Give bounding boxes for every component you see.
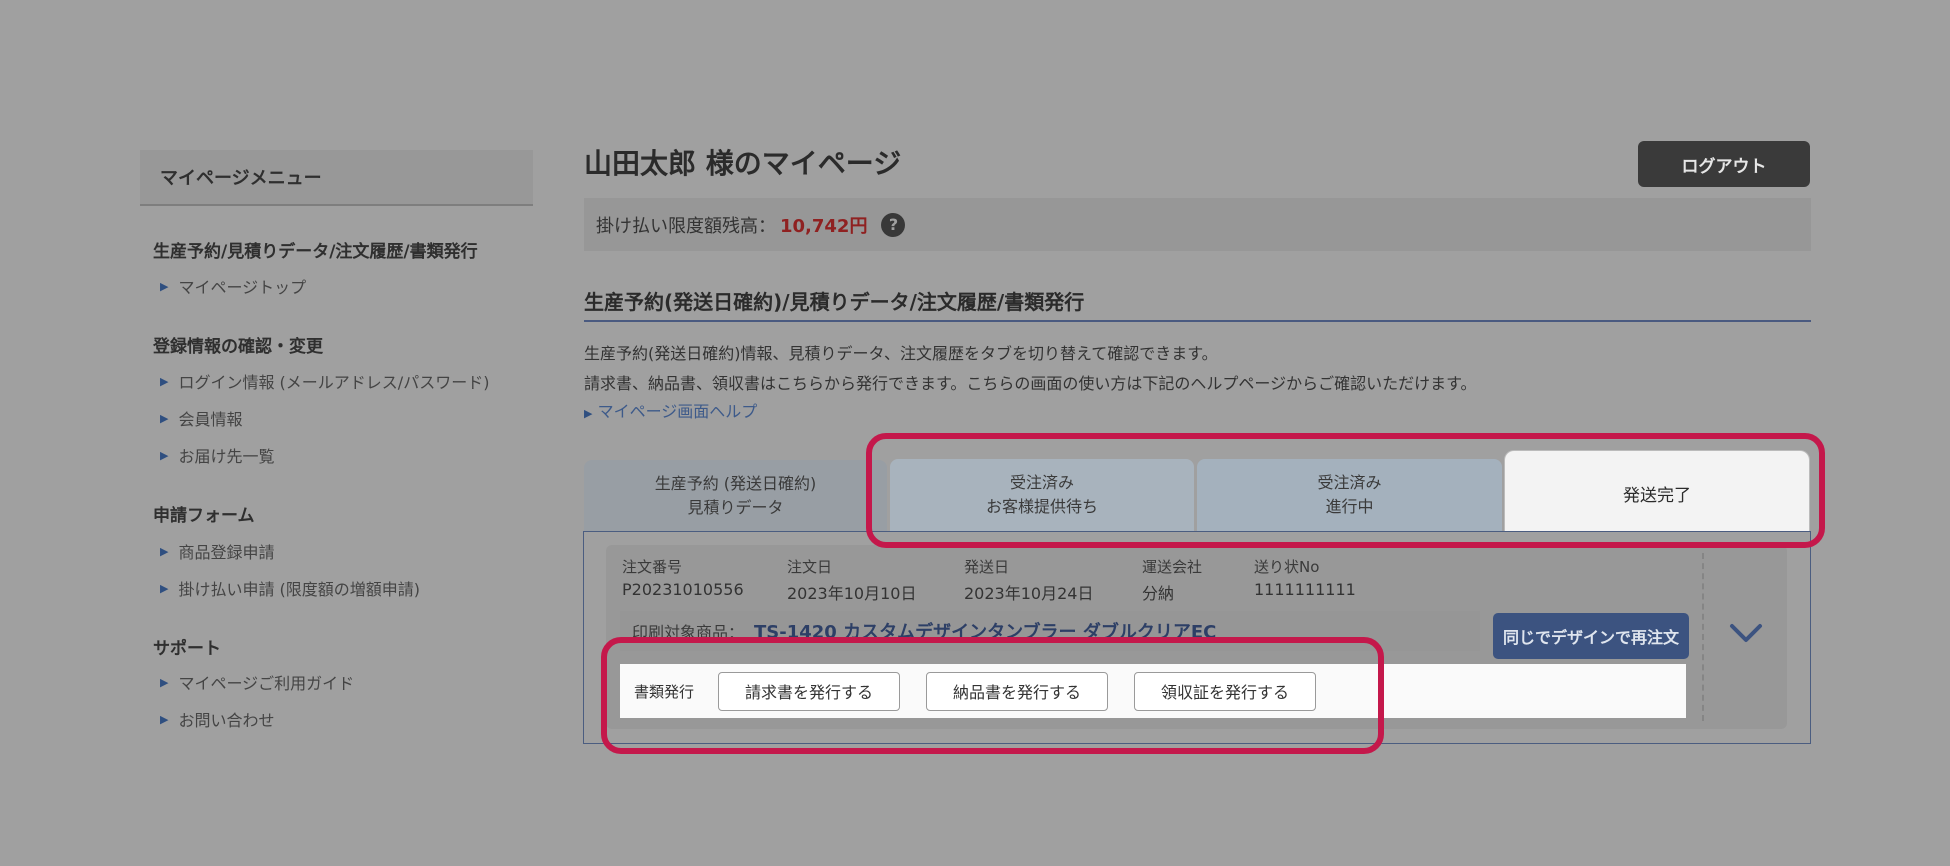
credit-balance-bar: 掛け払い限度額残高： 10,742円 ?	[584, 198, 1811, 251]
tab-label: 見積りデータ	[687, 497, 784, 517]
sidebar-item-label: 会員情報	[178, 410, 243, 429]
triangle-right-icon: ▶	[160, 374, 169, 388]
sidebar-item-label: お問い合わせ	[178, 711, 275, 730]
tabs-highlight	[866, 433, 1825, 548]
triangle-right-icon: ▶	[160, 279, 169, 293]
tracking-value: 1111111111	[1254, 580, 1356, 599]
section-description: 生産予約(発送日確約)情報、見積りデータ、注文履歴をタブを切り替えて確認できます…	[584, 344, 1218, 363]
sidebar-item-delivery-list[interactable]: ▶ お届け先一覧	[160, 443, 274, 467]
sidebar-item-product-registration[interactable]: ▶ 商品登録申請	[160, 539, 274, 563]
sidebar-item-label: ログイン情報 (メールアドレス/パスワード)	[178, 373, 490, 392]
sidebar-item-label: 掛け払い申請 (限度額の増額申請)	[178, 580, 421, 599]
credit-label: 掛け払い限度額残高：	[596, 215, 776, 237]
triangle-right-icon: ▶	[160, 675, 169, 689]
order-number-label: 注文番号	[622, 558, 683, 576]
sidebar-section-forms: 申請フォーム	[153, 506, 255, 526]
credit-amount: 10,742円	[780, 215, 868, 237]
section-title: 生産予約(発送日確約)/見積りデータ/注文履歴/書類発行	[584, 286, 1811, 322]
documents-highlight	[601, 637, 1384, 754]
triangle-right-icon: ▶	[160, 712, 169, 726]
sidebar-item-label: 商品登録申請	[178, 543, 275, 562]
sidebar-item-credit-application[interactable]: ▶ 掛け払い申請 (限度額の増額申請)	[160, 576, 420, 600]
sidebar-item-member-info[interactable]: ▶ 会員情報	[160, 406, 242, 430]
sidebar-item-guide[interactable]: ▶ マイページご利用ガイド	[160, 670, 354, 694]
ship-date-label: 発送日	[964, 558, 1010, 576]
sidebar-item-label: マイページトップ	[178, 278, 307, 297]
help-link-label: マイページ画面ヘルプ	[597, 402, 758, 421]
order-date-label: 注文日	[787, 558, 833, 576]
tab-label: 生産予約 (発送日確約)	[654, 473, 817, 493]
sidebar-section-support: サポート	[153, 639, 221, 659]
triangle-right-icon: ▶	[584, 407, 593, 420]
logout-button[interactable]: ログアウト	[1638, 141, 1810, 187]
sidebar-item-label: マイページご利用ガイド	[178, 674, 355, 693]
page-title: 山田太郎 様のマイページ	[584, 147, 902, 180]
sidebar-title: マイページメニュー	[140, 150, 533, 206]
reorder-button[interactable]: 同じでデザインで再注文	[1493, 613, 1689, 659]
chevron-down-icon[interactable]	[1726, 618, 1766, 650]
triangle-right-icon: ▶	[160, 448, 169, 462]
mypage-help-link[interactable]: ▶ マイページ画面ヘルプ	[584, 398, 757, 422]
order-date-value: 2023年10月10日	[787, 584, 917, 603]
sidebar-item-mypage-top[interactable]: ▶ マイページトップ	[160, 274, 306, 298]
sidebar-section-registration: 登録情報の確認・変更	[153, 337, 323, 357]
section-description: 請求書、納品書、領収書はこちらから発行できます。こちらの画面の使い方は下記のヘル…	[584, 374, 1477, 393]
tab-reservation-estimate[interactable]: 生産予約 (発送日確約) 見積りデータ	[584, 460, 887, 531]
sidebar-item-label: お届け先一覧	[178, 447, 275, 466]
sidebar-item-contact[interactable]: ▶ お問い合わせ	[160, 707, 274, 731]
carrier-value: 分納	[1142, 584, 1175, 603]
sidebar-item-login-info[interactable]: ▶ ログイン情報 (メールアドレス/パスワード)	[160, 369, 489, 393]
help-icon[interactable]: ?	[881, 212, 906, 237]
card-divider	[1702, 553, 1704, 721]
order-number-value: P20231010556	[622, 580, 744, 599]
tracking-label: 送り状No	[1254, 558, 1320, 576]
triangle-right-icon: ▶	[160, 581, 169, 595]
sidebar-section-orders: 生産予約/見積りデータ/注文履歴/書類発行	[153, 242, 478, 262]
ship-date-value: 2023年10月24日	[964, 584, 1094, 603]
triangle-right-icon: ▶	[160, 544, 169, 558]
carrier-label: 運送会社	[1142, 558, 1203, 576]
triangle-right-icon: ▶	[160, 411, 169, 425]
